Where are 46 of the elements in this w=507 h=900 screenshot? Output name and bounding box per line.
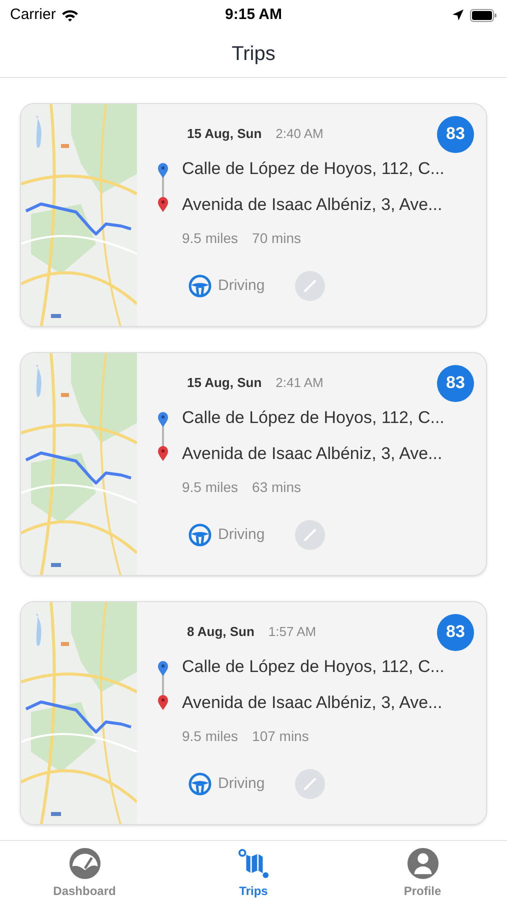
battery-icon [470, 8, 497, 22]
start-address: Calle de López de Hoyos, 112, C... [182, 656, 444, 678]
transport-mode-label: Driving [218, 276, 265, 296]
route-pins-icon [157, 162, 169, 212]
screen-title: Trips [232, 42, 276, 66]
end-address: Avenida de Isaac Albéniz, 3, Ave... [182, 194, 444, 216]
tab-bar-item[interactable]: Trips [169, 841, 338, 900]
wifi-icon [60, 8, 79, 22]
steering-wheel-icon [188, 274, 212, 298]
start-address: Calle de López de Hoyos, 112, C... [182, 158, 444, 180]
start-address: Calle de López de Hoyos, 112, C... [182, 407, 444, 429]
trip-time: 1:57 AM [268, 623, 316, 642]
transport-mode-label: Driving [218, 524, 265, 545]
trip-date: 15 Aug, Sun [187, 374, 262, 392]
end-address: Avenida de Isaac Albéniz, 3, Ave... [182, 443, 444, 465]
trip-distance: 9.5 miles [182, 478, 238, 497]
score-badge: 83 [437, 614, 474, 650]
map-route-icon [236, 847, 270, 880]
score-badge: 83 [437, 116, 474, 152]
pencil-icon [302, 777, 317, 791]
clock-label: 9:15 AM [225, 4, 282, 25]
steering-wheel-icon [188, 523, 212, 547]
pencil-icon [302, 528, 317, 542]
trip-distance: 9.5 miles [182, 229, 238, 248]
trip-time: 2:40 AM [276, 125, 324, 144]
trip-card[interactable]: 15 Aug, Sun 2:40 AM 83 Calle de López de Hoyos, 112, C... Avenida de Isaac Albéniz, 3, Ave... 9.5 miles 70 mins Driving [20, 103, 487, 327]
trip-date: 15 Aug, Sun [187, 125, 262, 144]
pencil-icon [302, 279, 317, 293]
trip-date: 8 Aug, Sun [187, 623, 254, 642]
trip-duration: 63 mins [252, 478, 302, 497]
trip-time: 2:41 AM [276, 374, 324, 392]
end-address: Avenida de Isaac Albéniz, 3, Ave... [182, 692, 444, 714]
trip-distance: 9.5 miles [182, 727, 238, 746]
trip-duration: 70 mins [252, 229, 302, 248]
carrier-label: Carrier [10, 4, 56, 25]
route-pins-icon [157, 411, 169, 461]
route-pins-icon [157, 660, 169, 710]
transport-mode-label: Driving [218, 774, 265, 794]
steering-wheel-icon [188, 772, 212, 796]
trip-card[interactable]: 15 Aug, Sun 2:41 AM 83 Calle de López de Hoyos, 112, C... Avenida de Isaac Albéniz, 3, Ave... 9.5 miles 63 mins Driving [20, 352, 487, 576]
score-badge: 83 [437, 364, 474, 402]
location-arrow-icon [452, 9, 464, 21]
trip-duration: 107 mins [252, 727, 309, 746]
user-avatar-icon [406, 847, 440, 880]
speedometer-icon [68, 847, 102, 880]
trip-card[interactable]: 8 Aug, Sun 1:57 AM 83 Calle de López de Hoyos, 112, C... Avenida de Isaac Albéniz, 3, Ave... 9.5 miles 107 mins Driving [20, 601, 487, 825]
